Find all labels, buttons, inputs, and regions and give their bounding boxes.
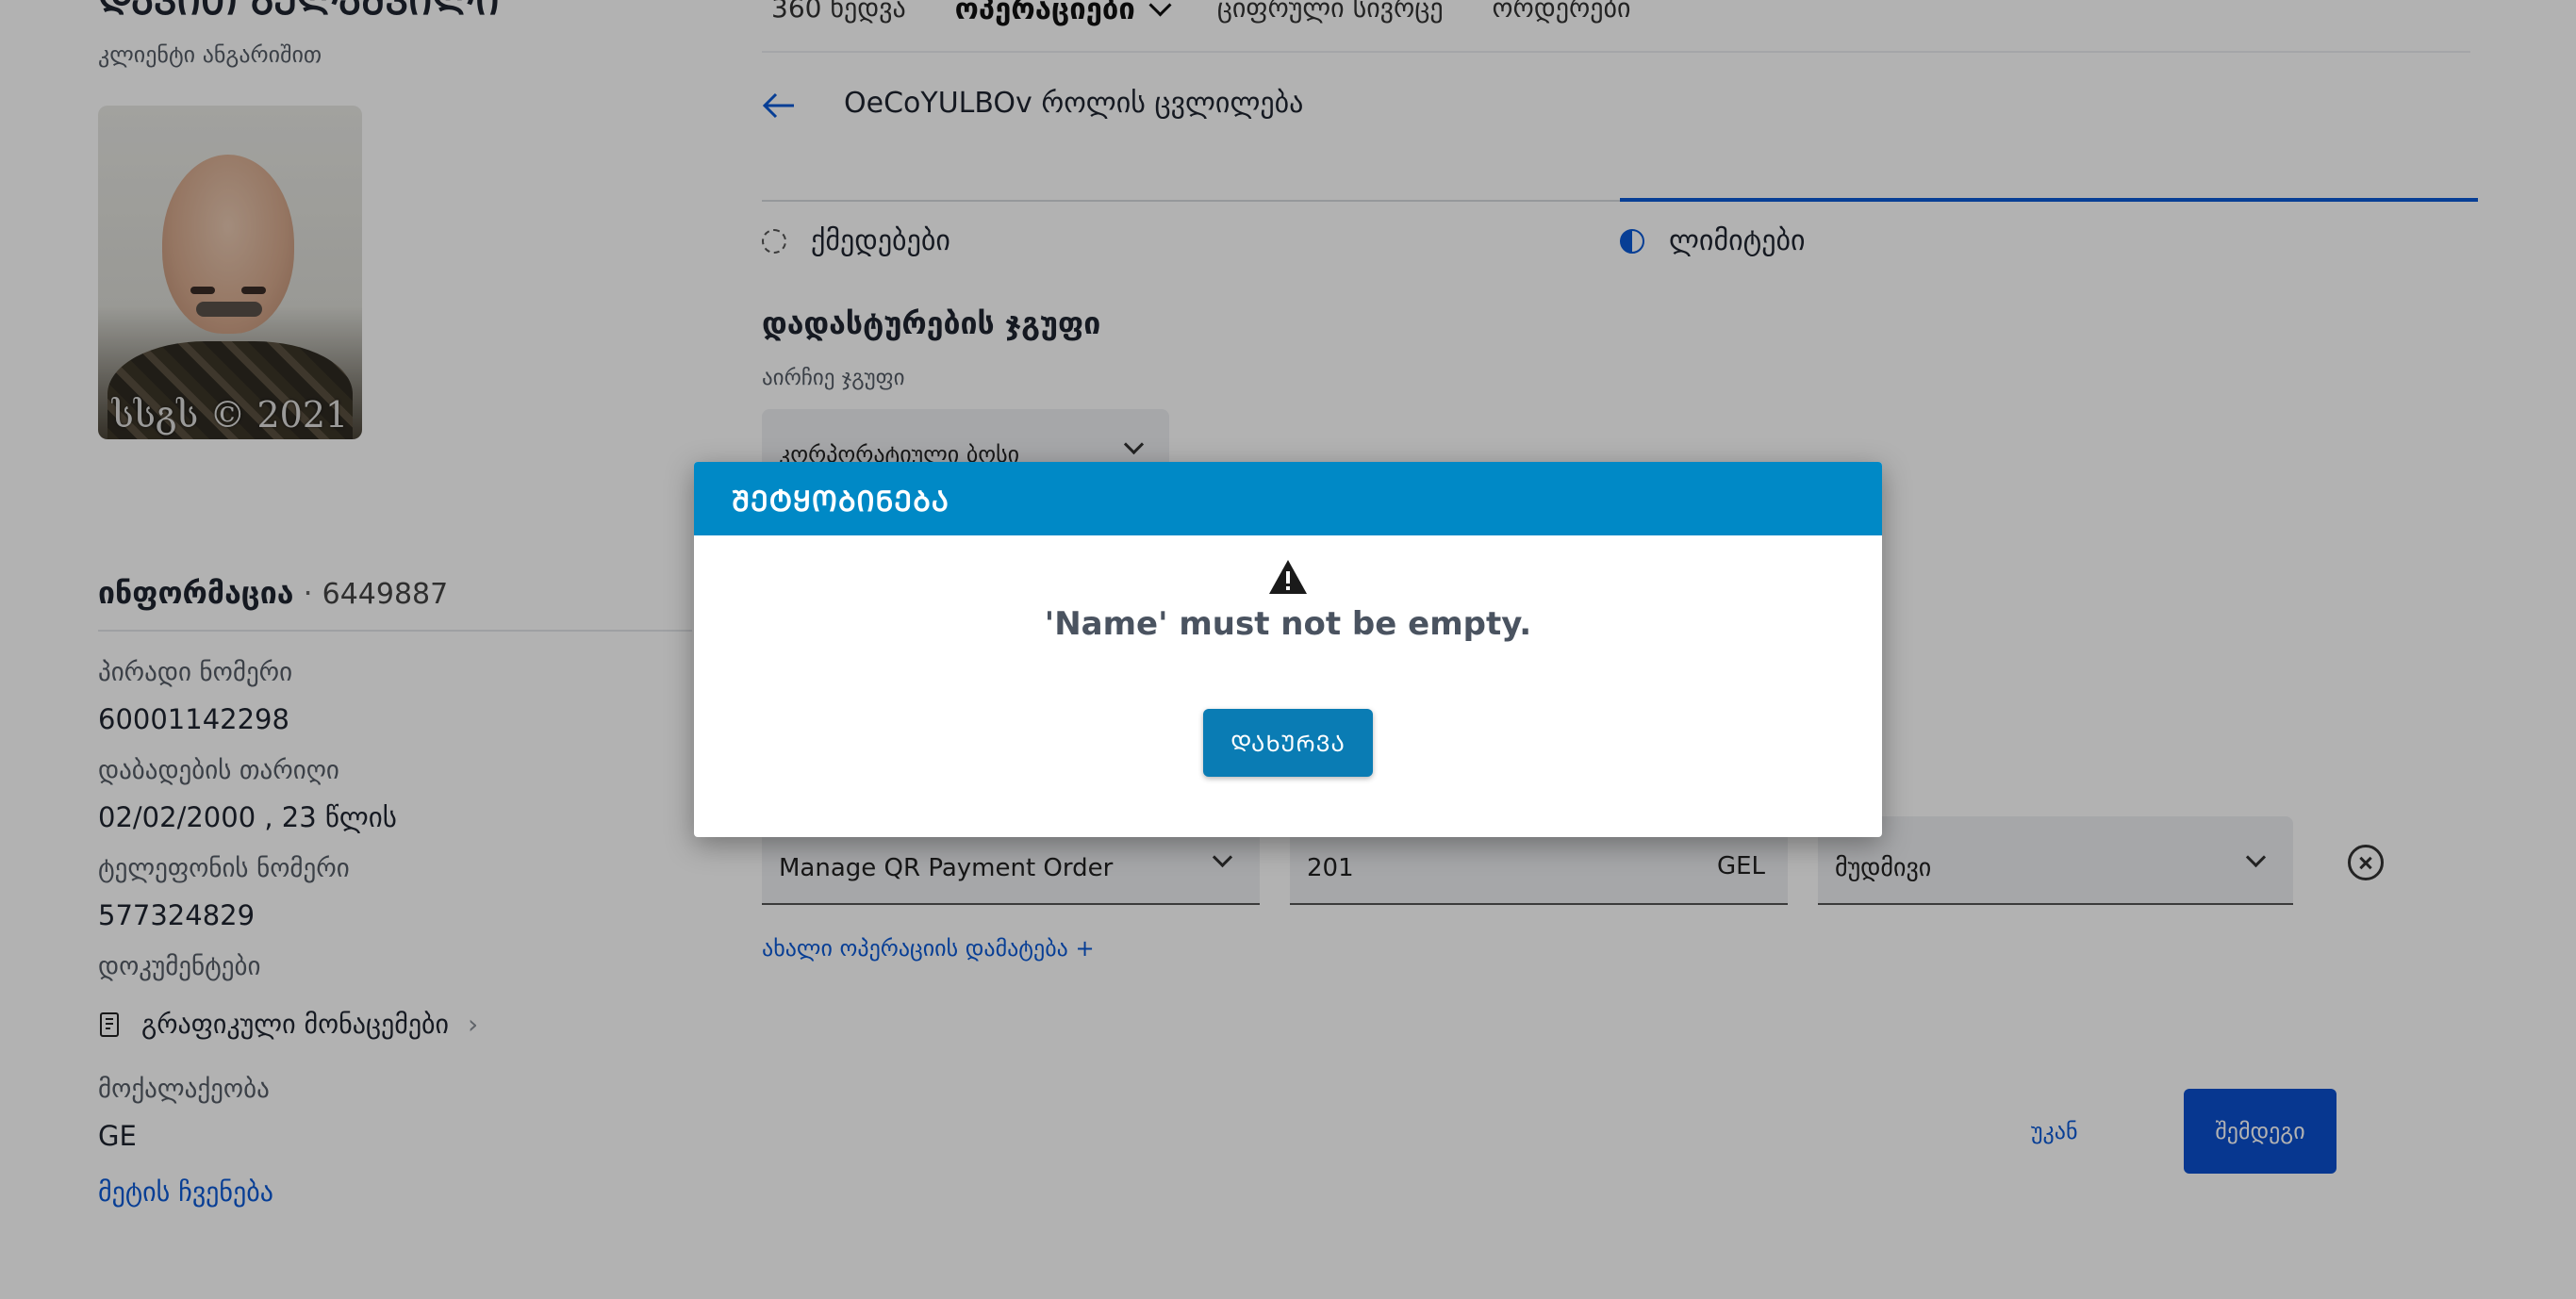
modal-title: ᲨᲔᲢᲧᲝᲑᲘᲜᲔᲑᲐ [732,485,949,518]
warning-icon [1269,560,1307,594]
close-button[interactable]: ᲓᲐᲮᲣᲠᲕᲐ [1203,709,1373,777]
modal-message: 'Name' must not be empty. [1044,605,1532,643]
notification-modal: ᲨᲔᲢᲧᲝᲑᲘᲜᲔᲑᲐ 'Name' must not be empty. ᲓᲐ… [694,462,1882,837]
modal-header: ᲨᲔᲢᲧᲝᲑᲘᲜᲔᲑᲐ [694,462,1882,535]
